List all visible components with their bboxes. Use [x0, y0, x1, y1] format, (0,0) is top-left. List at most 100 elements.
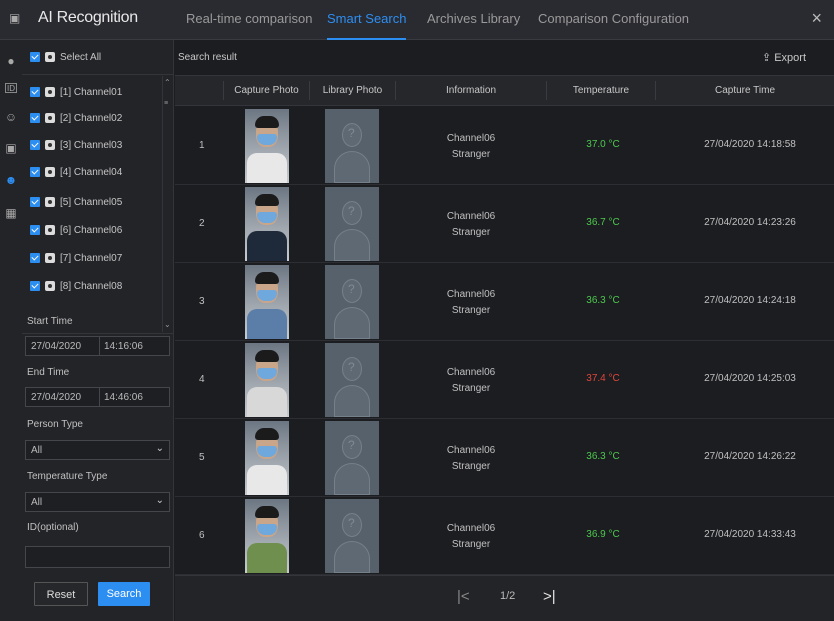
table-row[interactable]: 2 ? Channel06 Stranger 36.7 °C 27/04/2020…	[175, 185, 834, 263]
channel-item[interactable]: [2] Channel02	[30, 111, 122, 125]
end-time-field[interactable]: 27/04/2020 14:46:06	[25, 387, 170, 407]
start-time-value[interactable]: 14:16:06	[99, 337, 143, 355]
information-cell: Channel06 Stranger	[411, 209, 531, 241]
capture-time-value: 27/04/2020 14:24:18	[704, 295, 796, 306]
app-icon: ▣	[9, 11, 21, 25]
table-row[interactable]: 5 ? Channel06 Stranger 36.3 °C 27/04/2020…	[175, 419, 834, 497]
reset-button[interactable]: Reset	[34, 582, 88, 606]
temperature-type-value: All	[31, 497, 43, 508]
scroll-up-icon[interactable]: ⌃	[164, 78, 171, 87]
last-page-icon[interactable]: >|	[543, 588, 556, 605]
channel-item[interactable]: [7] Channel07	[30, 251, 122, 265]
information-cell: Channel06 Stranger	[411, 365, 531, 397]
tab-comparison-configuration[interactable]: Comparison Configuration	[538, 11, 689, 40]
capture-photo[interactable]	[245, 343, 289, 417]
checkbox-icon[interactable]	[30, 167, 40, 177]
camera-icon	[45, 52, 55, 62]
table-row[interactable]: 4 ? Channel06 Stranger 37.4 °C 27/04/2020…	[175, 341, 834, 419]
capture-photo[interactable]	[245, 109, 289, 183]
column-library-photo: Library Photo	[322, 85, 383, 96]
library-photo-placeholder[interactable]: ?	[325, 265, 379, 339]
capture-photo[interactable]	[245, 265, 289, 339]
camera-icon	[45, 197, 55, 207]
library-photo-placeholder[interactable]: ?	[325, 421, 379, 495]
capture-photo[interactable]	[245, 421, 289, 495]
export-button[interactable]: ⇪ Export	[762, 51, 806, 64]
checkbox-icon[interactable]	[30, 197, 40, 207]
face-search-icon[interactable]: ☻	[3, 172, 19, 188]
export-label: Export	[774, 52, 806, 64]
row-index: 2	[199, 218, 205, 229]
end-time-value[interactable]: 14:46:06	[99, 388, 143, 406]
checkbox-icon[interactable]	[30, 281, 40, 291]
channel-item[interactable]: [6] Channel06	[30, 223, 122, 237]
table-row[interactable]: 3 ? Channel06 Stranger 36.3 °C 27/04/2020…	[175, 263, 834, 341]
scroll-down-icon[interactable]: ⌄	[164, 320, 171, 329]
checkbox-icon[interactable]	[30, 253, 40, 263]
people-group-icon[interactable]: ▦	[3, 205, 19, 221]
tab-smart-search[interactable]: Smart Search	[327, 11, 407, 40]
person-type-select[interactable]: All ⌄	[25, 440, 170, 460]
start-time-field[interactable]: 27/04/2020 14:16:06	[25, 336, 170, 356]
channel-item[interactable]: [5] Channel05	[30, 195, 122, 209]
checkbox-icon[interactable]	[30, 87, 40, 97]
camera-icon	[45, 167, 55, 177]
first-page-icon[interactable]: |<	[457, 588, 470, 605]
checkbox-icon[interactable]	[30, 52, 40, 62]
close-icon[interactable]: ×	[811, 8, 822, 29]
capture-photo[interactable]	[245, 187, 289, 261]
select-all-label: Select All	[60, 51, 102, 63]
channel-name: Channel06	[446, 133, 496, 144]
channel-name: Channel06	[446, 445, 496, 456]
start-date-value[interactable]: 27/04/2020	[31, 341, 81, 352]
table-row[interactable]: 1 ? Channel06 Stranger 37.0 °C 27/04/2020…	[175, 107, 834, 185]
channel-item[interactable]: [4] Channel04	[30, 165, 122, 179]
column-capture-time: Capture Time	[714, 85, 776, 96]
checkbox-icon[interactable]	[30, 113, 40, 123]
end-date-value[interactable]: 27/04/2020	[31, 392, 81, 403]
person-icon[interactable]: ●	[3, 53, 19, 69]
app-title: AI Recognition	[38, 9, 138, 26]
id-card-icon[interactable]: ID	[5, 83, 17, 93]
row-index: 3	[199, 296, 205, 307]
channel-item[interactable]: [3] Channel03	[30, 138, 122, 152]
table-row[interactable]: 6 ? Channel06 Stranger 36.9 °C 27/04/2020…	[175, 497, 834, 575]
channel-name: Channel06	[446, 523, 496, 534]
chevron-down-icon[interactable]: ⌄	[156, 443, 164, 454]
title-bar: ▣ AI Recognition Real-time comparison Sm…	[0, 0, 834, 40]
person-type: Stranger	[451, 383, 491, 394]
tab-archives-library[interactable]: Archives Library	[427, 11, 520, 40]
row-index: 5	[199, 452, 205, 463]
select-all-checkbox[interactable]: Select All	[30, 50, 101, 64]
channel-label: [1] Channel01	[60, 86, 123, 98]
temperature-type-select[interactable]: All ⌄	[25, 492, 170, 512]
checkbox-icon[interactable]	[30, 225, 40, 235]
channel-list-scrollbar[interactable]: ⌃ ≡ ⌄	[162, 76, 172, 332]
capture-photo[interactable]	[245, 499, 289, 573]
person-type: Stranger	[451, 149, 491, 160]
person-type-label: Person Type	[27, 419, 83, 430]
person-type: Stranger	[451, 461, 491, 472]
channel-item[interactable]: [1] Channel01	[30, 85, 122, 99]
library-photo-placeholder[interactable]: ?	[325, 187, 379, 261]
start-time-label: Start Time	[27, 316, 73, 327]
car-icon[interactable]: ▣	[3, 140, 19, 156]
camera-icon	[45, 113, 55, 123]
library-photo-placeholder[interactable]: ?	[325, 109, 379, 183]
id-input[interactable]	[25, 546, 170, 568]
chevron-down-icon[interactable]: ⌄	[156, 495, 164, 506]
search-button[interactable]: Search	[98, 582, 150, 606]
temperature-value: 36.9 °C	[586, 529, 620, 540]
channel-name: Channel06	[446, 289, 496, 300]
checkbox-icon[interactable]	[30, 140, 40, 150]
column-information: Information	[445, 85, 497, 96]
channel-item[interactable]: [8] Channel08	[30, 279, 122, 293]
face-recognition-icon[interactable]: ☺	[3, 109, 19, 125]
channel-label: [4] Channel04	[60, 166, 123, 178]
channel-label: [2] Channel02	[60, 112, 123, 124]
scroll-thumb-icon[interactable]: ≡	[164, 100, 168, 107]
library-photo-placeholder[interactable]: ?	[325, 499, 379, 573]
information-cell: Channel06 Stranger	[411, 443, 531, 475]
tab-real-time-comparison[interactable]: Real-time comparison	[186, 11, 312, 40]
library-photo-placeholder[interactable]: ?	[325, 343, 379, 417]
